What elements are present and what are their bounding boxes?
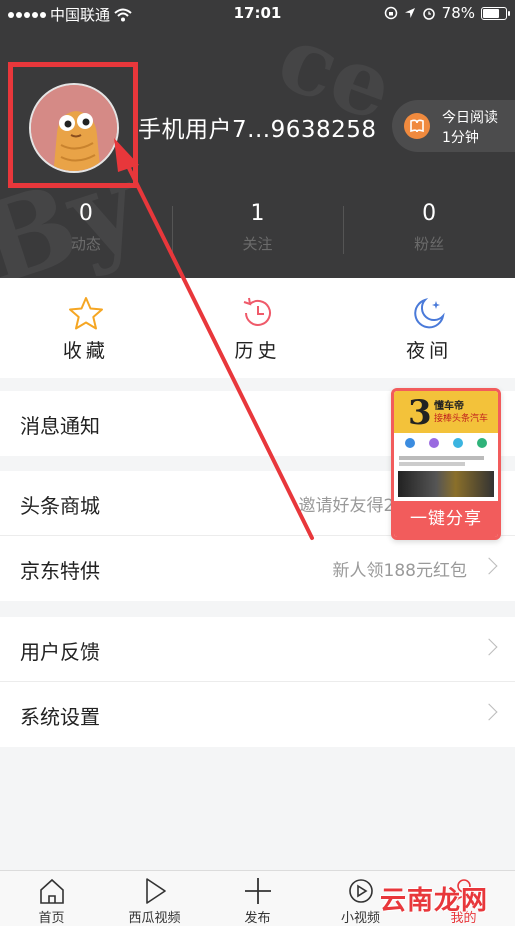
stat-following-label: 关注 [242, 235, 273, 253]
tab-xigua-video[interactable]: 西瓜视频 [103, 871, 206, 926]
quick-history-label: 历史 [234, 340, 281, 362]
app-icon [477, 438, 487, 448]
read-badge-duration: 1分钟 [442, 130, 479, 146]
status-right: 78% [384, 4, 510, 22]
avatar-mascot-icon [31, 85, 117, 171]
status-bar: 中国联通 17:01 78% [0, 0, 515, 28]
quick-favorites-label: 收藏 [62, 340, 109, 362]
stat-posts-label: 动态 [70, 235, 101, 253]
battery-icon [481, 6, 510, 20]
plus-icon [244, 878, 271, 904]
quick-night-mode[interactable]: 夜间 [343, 278, 515, 378]
app-icon [405, 438, 415, 448]
stat-followers-label: 粉丝 [414, 235, 445, 253]
menu-group-system: 用户反馈 系统设置 [0, 617, 515, 747]
profile-stats: 0 动态 1 关注 0 粉丝 [0, 200, 515, 266]
quick-night-mode-label: 夜间 [406, 340, 453, 362]
quick-history[interactable]: 历史 [172, 278, 344, 378]
avatar[interactable] [29, 83, 119, 173]
menu-notifications-label: 消息通知 [20, 414, 100, 438]
chevron-right-icon [480, 557, 498, 575]
stat-following[interactable]: 1 关注 [171, 200, 344, 266]
battery-percent: 78% [441, 4, 475, 22]
stat-following-value: 1 [250, 201, 265, 226]
quick-favorites[interactable]: 收藏 [0, 278, 172, 378]
star-icon [68, 297, 103, 330]
menu-jd[interactable]: 京东特供 新人领188元红包 [0, 536, 515, 601]
read-time-badge[interactable]: 今日阅读 1分钟 [392, 100, 515, 152]
share-card-big-number: 3 [408, 393, 432, 433]
history-clock-icon [243, 297, 271, 326]
play-icon [145, 878, 166, 904]
alarm-icon [422, 8, 435, 20]
watermark-logo: 云南龙网 [380, 886, 489, 916]
menu-jd-hint: 新人领188元红包 [332, 561, 467, 581]
small-video-icon [348, 879, 373, 903]
moon-icon [414, 297, 445, 329]
share-card-subtitle: 接棒头条汽车 [434, 414, 489, 424]
tab-home-label: 首页 [38, 911, 65, 926]
menu-settings[interactable]: 系统设置 [0, 682, 515, 747]
app-icon [429, 438, 439, 448]
profile-header: By ce 中国联通 17:01 78% 手机用户7...9638258 今日阅… [0, 0, 515, 278]
read-badge-title: 今日阅读 [442, 110, 498, 126]
share-card-preview-image [398, 471, 494, 497]
share-card-preview-text [394, 453, 498, 469]
stat-followers[interactable]: 0 粉丝 [343, 200, 515, 266]
stat-posts[interactable]: 0 动态 [0, 200, 172, 266]
menu-settings-label: 系统设置 [20, 705, 100, 729]
share-card-title: 懂车帝 [434, 401, 464, 412]
quick-actions: 收藏 历史 夜间 [0, 278, 515, 378]
share-card-banner: 3 懂车帝 接棒头条汽车 [394, 391, 498, 433]
chevron-right-icon [480, 638, 498, 656]
home-icon [39, 878, 64, 904]
tab-home[interactable]: 首页 [0, 871, 103, 926]
app-icon [453, 438, 463, 448]
share-card-icons [394, 433, 498, 453]
menu-jd-label: 京东特供 [20, 559, 100, 583]
username[interactable]: 手机用户7...9638258 [138, 110, 377, 144]
menu-feedback[interactable]: 用户反馈 [0, 617, 515, 682]
tab-publish-label: 发布 [244, 911, 271, 926]
tab-xigua-video-label: 西瓜视频 [128, 911, 181, 926]
share-card[interactable]: 3 懂车帝 接棒头条汽车 一键分享 [391, 388, 501, 540]
menu-feedback-label: 用户反馈 [20, 640, 100, 664]
stat-followers-value: 0 [422, 201, 437, 226]
avatar-highlight-box [8, 62, 138, 188]
menu-mall-label: 头条商城 [20, 494, 100, 518]
tab-publish[interactable]: 发布 [206, 871, 309, 926]
location-icon [404, 8, 415, 18]
rotation-lock-icon [384, 6, 397, 20]
book-icon [404, 113, 430, 139]
share-button[interactable]: 一键分享 [394, 501, 498, 537]
chevron-right-icon [480, 703, 498, 721]
stat-posts-value: 0 [78, 201, 93, 226]
